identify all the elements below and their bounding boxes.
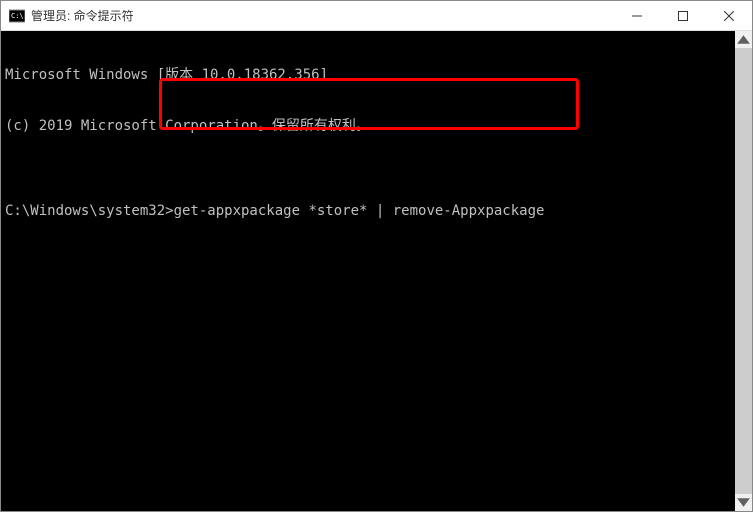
terminal-command: get-appxpackage *store* | remove-Appxpac… <box>174 203 545 219</box>
command-prompt-window: C:\ 管理员: 命令提示符 Microsoft Windows [版本 10.… <box>1 1 752 511</box>
close-button[interactable] <box>706 1 752 30</box>
titlebar[interactable]: C:\ 管理员: 命令提示符 <box>1 1 752 31</box>
terminal-content: Microsoft Windows [版本 10.0.18362.356] (c… <box>1 31 752 256</box>
minimize-button[interactable] <box>614 1 660 30</box>
svg-text:C:\: C:\ <box>11 12 24 20</box>
scrollbar-up-arrow-icon[interactable] <box>735 31 752 48</box>
maximize-button[interactable] <box>660 1 706 30</box>
window-controls <box>614 1 752 30</box>
scrollbar-thumb[interactable] <box>735 48 752 494</box>
scrollbar-track[interactable] <box>735 48 752 494</box>
terminal-area[interactable]: Microsoft Windows [版本 10.0.18362.356] (c… <box>1 31 752 511</box>
terminal-prompt-line: C:\Windows\system32>get-appxpackage *sto… <box>5 203 748 220</box>
terminal-line: Microsoft Windows [版本 10.0.18362.356] <box>5 67 748 84</box>
scrollbar-vertical[interactable] <box>735 31 752 511</box>
scrollbar-down-arrow-icon[interactable] <box>735 494 752 511</box>
terminal-line: (c) 2019 Microsoft Corporation。保留所有权利。 <box>5 118 748 135</box>
cmd-icon: C:\ <box>9 8 25 24</box>
titlebar-text: 管理员: 命令提示符 <box>31 7 614 24</box>
terminal-prompt: C:\Windows\system32> <box>5 203 174 219</box>
